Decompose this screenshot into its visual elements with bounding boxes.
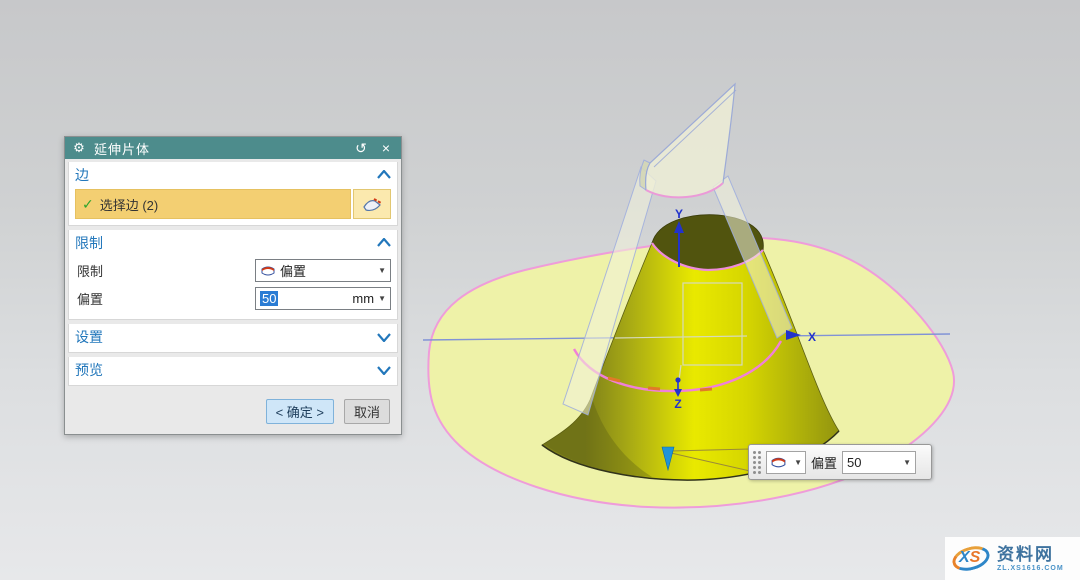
section-limit-title: 限制 xyxy=(75,233,377,253)
extend-sheet-tool-button[interactable] xyxy=(353,189,391,219)
application-window: Y Z X ⚙ 延伸片体 ↺ × xyxy=(0,0,1080,580)
section-edge-header[interactable]: 边 xyxy=(75,164,391,186)
chevron-down-icon: ▼ xyxy=(378,266,386,275)
offset-value-label: 偏置 xyxy=(75,289,255,308)
edge-selection-field[interactable]: ✓ 选择边 (2) xyxy=(75,189,351,219)
limit-type-label: 限制 xyxy=(75,261,255,280)
reset-icon[interactable]: ↺ xyxy=(352,137,370,159)
offset-unit-label: mm xyxy=(352,291,374,306)
limit-type-value: 偏置 xyxy=(280,261,306,280)
chevron-down-icon[interactable] xyxy=(377,365,391,375)
watermark-url: ZL.XS1616.COM xyxy=(997,565,1064,572)
x-axis-label: X xyxy=(808,330,816,344)
section-preview-header[interactable]: 预览 xyxy=(75,359,391,381)
section-limit: 限制 限制 偏置 ▼ xyxy=(68,230,398,320)
offset-value-row: 偏置 50 mm ▼ xyxy=(75,287,391,310)
dialog-body: 边 ✓ 选择边 (2) xyxy=(65,159,401,434)
toolbar-mode-dropdown[interactable]: ▼ xyxy=(766,451,806,474)
drag-handle[interactable] xyxy=(753,451,761,474)
watermark-logo: XS xyxy=(951,544,993,574)
ok-button[interactable]: < 确定 > xyxy=(266,399,334,424)
section-settings: 设置 xyxy=(68,324,398,353)
chevron-down-icon[interactable]: ▼ xyxy=(378,294,386,303)
section-limit-header[interactable]: 限制 xyxy=(75,232,391,254)
edge-selection-label: 选择边 (2) xyxy=(100,195,159,214)
watermark-site-name: 资料网 xyxy=(997,546,1064,563)
chevron-down-icon[interactable]: ▼ xyxy=(903,458,911,467)
dialog-titlebar[interactable]: ⚙ 延伸片体 ↺ × xyxy=(65,137,401,159)
chevron-down-icon[interactable] xyxy=(377,332,391,342)
cancel-button[interactable]: 取消 xyxy=(344,399,390,424)
chevron-up-icon[interactable] xyxy=(377,170,391,180)
limit-type-row: 限制 偏置 ▼ xyxy=(75,259,391,282)
watermark: XS 资料网 ZL.XS1616.COM xyxy=(945,537,1080,580)
dialog-button-row: < 确定 > 取消 xyxy=(68,390,398,434)
y-axis-label: Y xyxy=(675,207,683,221)
offset-value-field[interactable]: 50 mm ▼ xyxy=(255,287,391,310)
watermark-logo-s: S xyxy=(970,549,981,566)
watermark-logo-x: X xyxy=(959,549,970,566)
edge-selection-row: ✓ 选择边 (2) xyxy=(75,189,391,219)
onscreen-offset-toolbar: ▼ 偏置 50 ▼ xyxy=(748,444,932,480)
offset-mode-icon xyxy=(770,455,787,469)
section-edge: 边 ✓ 选择边 (2) xyxy=(68,162,398,226)
close-icon[interactable]: × xyxy=(377,137,395,159)
extend-sheet-icon xyxy=(361,195,383,213)
chevron-up-icon[interactable] xyxy=(377,238,391,248)
offset-value-text: 50 xyxy=(260,291,278,306)
section-settings-title: 设置 xyxy=(75,327,377,347)
section-settings-header[interactable]: 设置 xyxy=(75,326,391,348)
toolbar-offset-value: 50 xyxy=(847,455,861,470)
check-icon: ✓ xyxy=(82,196,94,213)
limit-type-dropdown[interactable]: 偏置 ▼ xyxy=(255,259,391,282)
section-edge-title: 边 xyxy=(75,165,377,185)
gear-icon: ⚙ xyxy=(71,137,87,159)
extend-sheet-dialog: ⚙ 延伸片体 ↺ × 边 ✓ 选择边 (2) xyxy=(64,136,402,435)
z-axis-label: Z xyxy=(674,397,681,411)
extension-sheet-preview[interactable] xyxy=(646,84,735,197)
dialog-title: 延伸片体 xyxy=(94,139,345,158)
section-preview-title: 预览 xyxy=(75,360,377,380)
toolbar-offset-input[interactable]: 50 ▼ xyxy=(842,451,916,474)
toolbar-offset-label: 偏置 xyxy=(811,453,837,472)
chevron-down-icon: ▼ xyxy=(794,458,802,467)
section-preview: 预览 xyxy=(68,357,398,386)
offset-mode-icon xyxy=(260,264,276,277)
